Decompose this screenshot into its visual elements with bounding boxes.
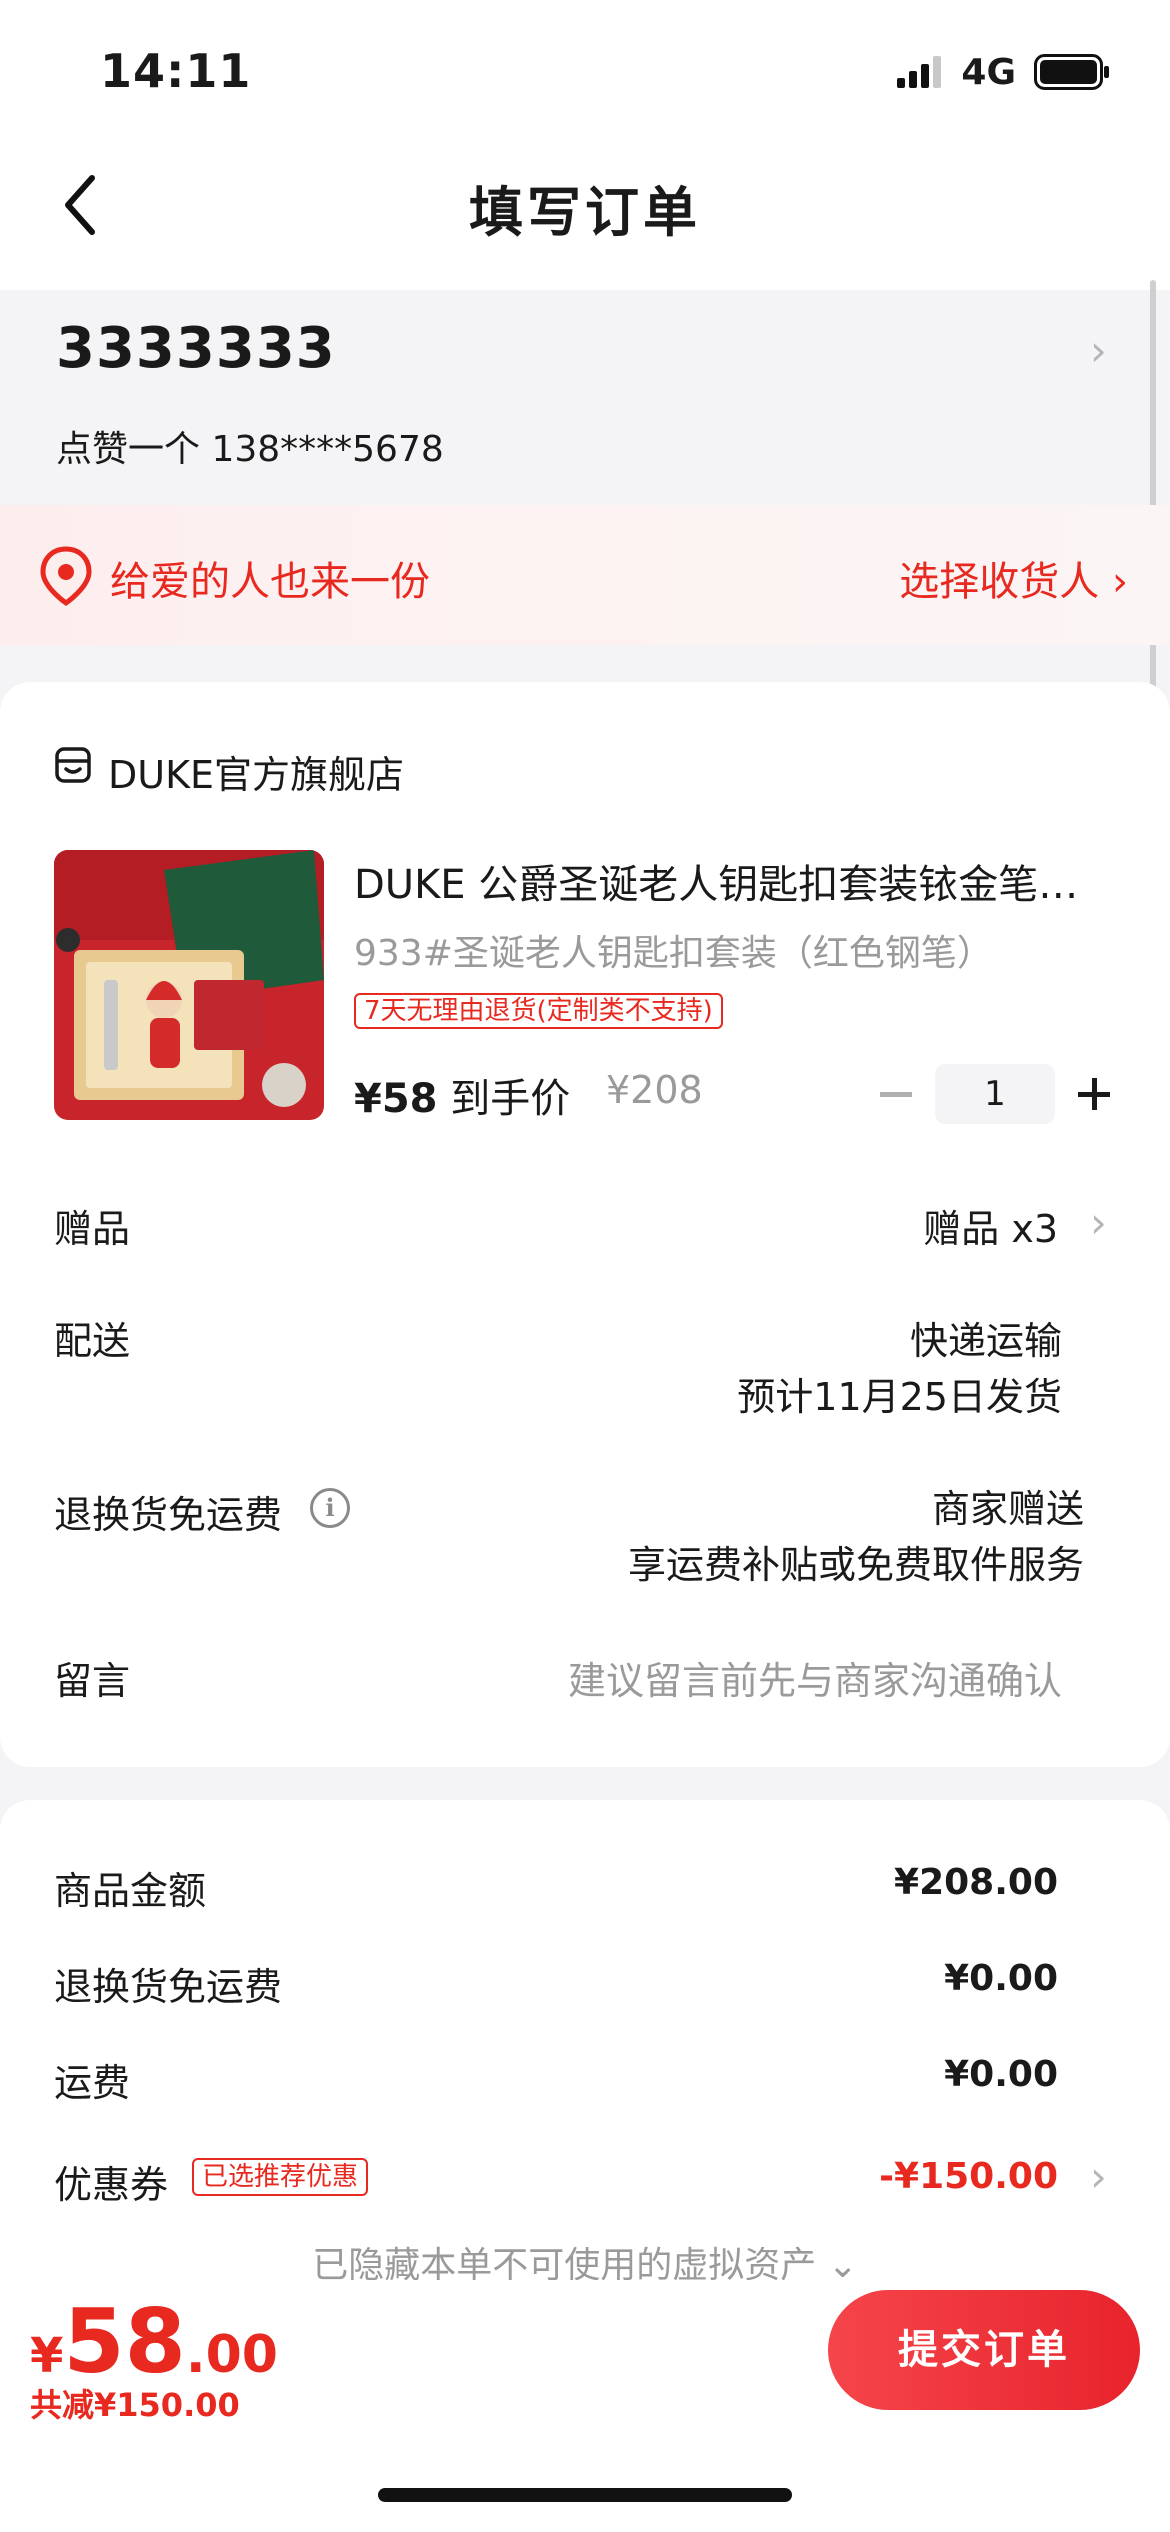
product-price: ¥58 到手价 (354, 1066, 570, 1124)
chevron-right-icon[interactable]: › (1090, 1198, 1107, 1247)
recipient-name[interactable]: 3333333 (56, 316, 336, 381)
return-free-label: 退换货免运费 (54, 1493, 283, 1537)
chevron-right-icon[interactable]: › (1090, 326, 1107, 375)
quantity-decrease-button[interactable] (880, 1092, 912, 1097)
signal-icon (897, 56, 942, 88)
product-spec: 933#圣诞老人钥匙扣套装（红色钢笔） (354, 933, 993, 974)
product-title[interactable]: DUKE 公爵圣诞老人钥匙扣套装铱金笔… (354, 852, 1114, 910)
recipient-contact: 点赞一个 138****5678 (56, 429, 444, 470)
network-type: 4G (961, 51, 1016, 93)
total-price: ¥58.00 (30, 2290, 278, 2393)
submit-order-button[interactable]: 提交订单 (828, 2290, 1140, 2410)
return-free-summary-label: 退换货免运费 (54, 1965, 283, 2009)
delivery-method[interactable]: 快递运输 (910, 1310, 1062, 1365)
plus-icon[interactable] (1092, 1078, 1097, 1110)
status-time: 14:11 (100, 44, 252, 98)
return-free-value: 商家赠送 (931, 1487, 1084, 1531)
coupon-recommended-tag: 已选推荐优惠 (192, 2158, 369, 2196)
return-free-summary-value: ¥0.00 (944, 1958, 1058, 1999)
product-image[interactable] (54, 850, 324, 1120)
quantity-input[interactable]: 1 (935, 1064, 1055, 1124)
shop-name[interactable]: DUKE官方旗舰店 (108, 744, 404, 799)
chevron-right-icon[interactable]: › (1090, 2152, 1107, 2201)
goods-amount-label: 商品金额 (54, 1869, 207, 1913)
original-price: ¥208 (606, 1068, 703, 1112)
select-recipient-link[interactable]: 选择收货人 › (899, 549, 1128, 607)
shipping-value: ¥0.00 (944, 2054, 1058, 2095)
shop-icon (55, 747, 91, 783)
page-title: 填写订单 (469, 181, 701, 244)
message-label: 留言 (54, 1659, 131, 1703)
price-label: 到手价 (437, 1076, 571, 1122)
home-indicator[interactable] (378, 2488, 792, 2502)
delivery-label: 配送 (54, 1319, 131, 1363)
delivery-eta: 预计11月25日发货 (737, 1375, 1062, 1419)
shipping-label: 运费 (54, 2061, 131, 2105)
total-decimal: .00 (185, 2325, 278, 2385)
total-discount: 共减¥150.00 (30, 2386, 240, 2424)
message-input[interactable]: 建议留言前先与商家沟通确认 (568, 1650, 1062, 1705)
total-integer: 58 (63, 2290, 186, 2393)
coupon-label: 优惠券 (54, 2163, 169, 2207)
currency-symbol: ¥ (30, 2328, 64, 2384)
gift-banner-text: 给爱的人也来一份 (110, 559, 430, 605)
coupon-value[interactable]: -¥150.00 (879, 2156, 1058, 2197)
goods-amount-value: ¥208.00 (894, 1862, 1058, 1903)
gift-value[interactable]: 赠品 x3 (923, 1198, 1058, 1253)
return-policy-tag: 7天无理由退货(定制类不支持) (354, 993, 723, 1029)
location-pin-icon (40, 546, 92, 607)
return-free-description: 享运费补贴或免费取件服务 (627, 1543, 1084, 1587)
price-value: ¥58 (354, 1076, 438, 1122)
info-icon[interactable]: i (310, 1488, 350, 1528)
battery-icon (1034, 54, 1109, 90)
gift-label: 赠品 (54, 1207, 131, 1251)
status-indicators: 4G (897, 51, 1110, 93)
